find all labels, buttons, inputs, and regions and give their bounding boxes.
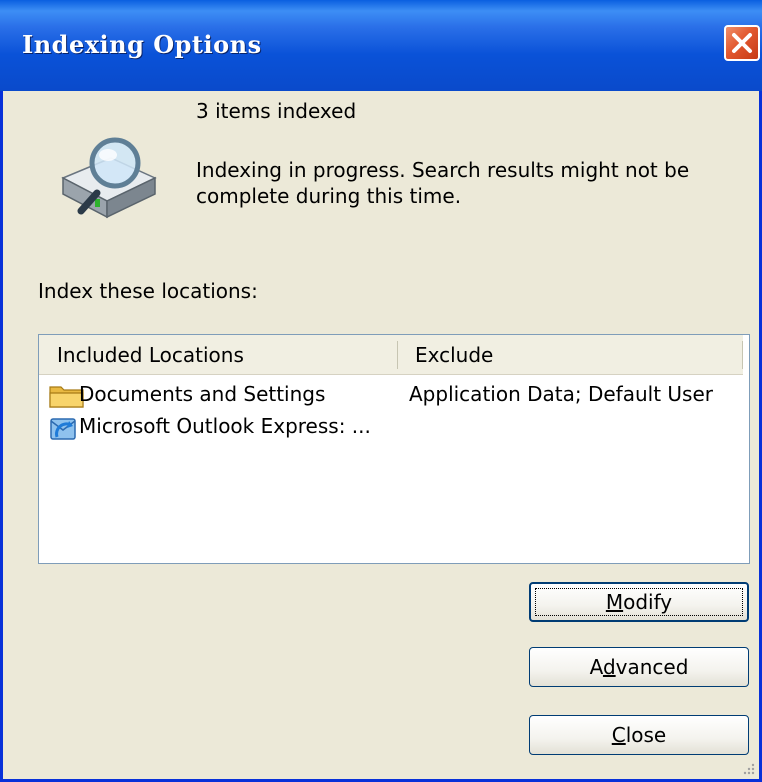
resize-grip[interactable] xyxy=(741,761,755,775)
advanced-button-label: Advanced xyxy=(590,655,689,679)
column-separator[interactable] xyxy=(397,341,398,369)
window-title: Indexing Options xyxy=(22,30,262,59)
close-icon xyxy=(732,33,752,53)
indexing-drive-icon xyxy=(61,137,157,219)
modify-button[interactable]: Modify xyxy=(529,582,749,622)
outlook-express-icon xyxy=(50,418,76,440)
advanced-label-rest: vanced xyxy=(615,655,689,679)
included-location: Documents and Settings xyxy=(79,382,326,406)
excluded-locations: Application Data; Default User xyxy=(409,382,713,406)
column-separator[interactable] xyxy=(742,341,743,369)
column-header-included[interactable]: Included Locations xyxy=(57,343,244,367)
indexing-status-line-1: Indexing in progress. Search results mig… xyxy=(196,158,690,182)
close-button[interactable]: Close xyxy=(529,715,749,755)
column-header-exclude[interactable]: Exclude xyxy=(415,343,493,367)
focus-rectangle xyxy=(535,588,743,616)
advanced-label-pre: A xyxy=(589,655,603,679)
locations-list[interactable]: Included Locations Exclude Documents and… xyxy=(38,334,750,564)
locations-label: Index these locations: xyxy=(38,279,258,303)
list-header: Included Locations Exclude xyxy=(39,335,743,375)
indexing-status-line-2: complete during this time. xyxy=(196,184,462,208)
close-mnemonic: C xyxy=(611,723,626,747)
close-window-button[interactable] xyxy=(724,25,760,61)
close-button-label: Close xyxy=(612,723,667,747)
title-bar[interactable]: Indexing Options xyxy=(0,0,762,91)
advanced-mnemonic: d xyxy=(602,655,616,679)
list-item[interactable]: Documents and Settings Application Data;… xyxy=(47,379,747,411)
indexing-options-window: Indexing Options 3 items indexed Indexin… xyxy=(0,0,762,782)
included-location: Microsoft Outlook Express: ... xyxy=(79,414,371,438)
advanced-button[interactable]: Advanced xyxy=(529,647,749,687)
items-indexed-count: 3 items indexed xyxy=(196,99,357,123)
list-item[interactable]: Microsoft Outlook Express: ... xyxy=(47,411,747,443)
close-label-rest: lose xyxy=(625,723,667,747)
